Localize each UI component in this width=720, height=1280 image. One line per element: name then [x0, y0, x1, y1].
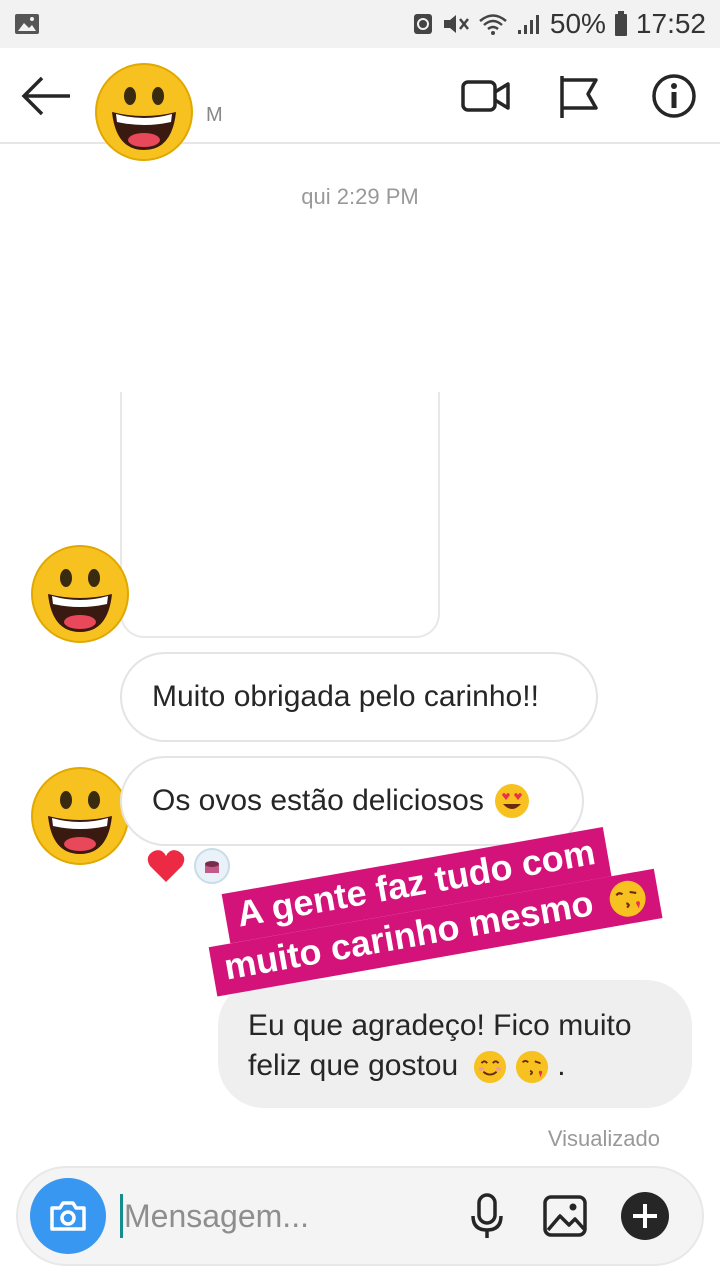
- message-reactions[interactable]: [146, 848, 230, 884]
- chat-timestamp: qui 2:29 PM: [301, 184, 419, 209]
- status-bar: 50% 17:52: [0, 0, 720, 48]
- cake-icon: [205, 861, 219, 873]
- plus-icon: [621, 1192, 669, 1240]
- heart-reaction-icon: [147, 850, 185, 882]
- story-text-sticker: A gente faz tudo com muito carinho mesmo: [200, 819, 663, 997]
- wifi-icon: [479, 14, 507, 35]
- outgoing-message[interactable]: Eu que agradeço! Fico muito feliz que go…: [218, 980, 692, 1108]
- sender-avatar[interactable]: [28, 764, 132, 868]
- battery-percent: 50%: [549, 8, 606, 39]
- mute-icon: [443, 15, 469, 33]
- sender-avatar[interactable]: [28, 542, 132, 646]
- gallery-icon: [543, 1195, 587, 1237]
- incoming-message[interactable]: Os ovos estão deliciosos: [120, 756, 584, 846]
- gallery-button[interactable]: [540, 1190, 590, 1242]
- reactor-avatar: [194, 848, 230, 884]
- back-arrow-icon[interactable]: [20, 74, 72, 118]
- add-button[interactable]: [620, 1190, 670, 1242]
- contact-name[interactable]: M: [206, 104, 223, 127]
- message-text: Os ovos estão deliciosos: [152, 784, 484, 817]
- recycle-icon: [413, 14, 432, 34]
- battery-icon: [614, 11, 627, 36]
- camera-button[interactable]: [30, 1178, 106, 1254]
- message-text: feliz que gostou: [248, 1049, 459, 1082]
- message-composer: [16, 1166, 704, 1266]
- message-text: Muito obrigada pelo carinho!!: [152, 680, 539, 713]
- seen-indicator: Visualizado: [547, 1126, 660, 1151]
- heart-eyes-emoji-icon: [494, 784, 529, 818]
- message-input[interactable]: [124, 1186, 454, 1246]
- kissing-heart-emoji-icon: [515, 1051, 548, 1084]
- info-icon[interactable]: [648, 72, 700, 120]
- flag-icon[interactable]: [554, 72, 606, 120]
- message-text-line: Eu que agradeço! Fico muito: [248, 1009, 632, 1042]
- kissing-heart-emoji-icon: [609, 881, 646, 918]
- video-call-icon[interactable]: [460, 72, 512, 120]
- signal-icon: [517, 15, 539, 34]
- contact-avatar[interactable]: [92, 60, 196, 164]
- incoming-message[interactable]: Muito obrigada pelo carinho!!: [120, 652, 598, 742]
- text-cursor: [120, 1194, 123, 1238]
- shared-post-card[interactable]: [120, 392, 440, 638]
- gallery-notification-icon: [15, 14, 39, 34]
- chat-header: M: [0, 48, 720, 161]
- message-text-end: .: [557, 1049, 566, 1082]
- message-text-line: feliz que gostou .: [248, 1046, 662, 1086]
- microphone-button[interactable]: [462, 1190, 512, 1242]
- smiling-emoji-icon: [473, 1051, 506, 1084]
- microphone-icon: [471, 1193, 503, 1238]
- camera-icon: [50, 1201, 86, 1231]
- clock: 17:52: [635, 8, 706, 39]
